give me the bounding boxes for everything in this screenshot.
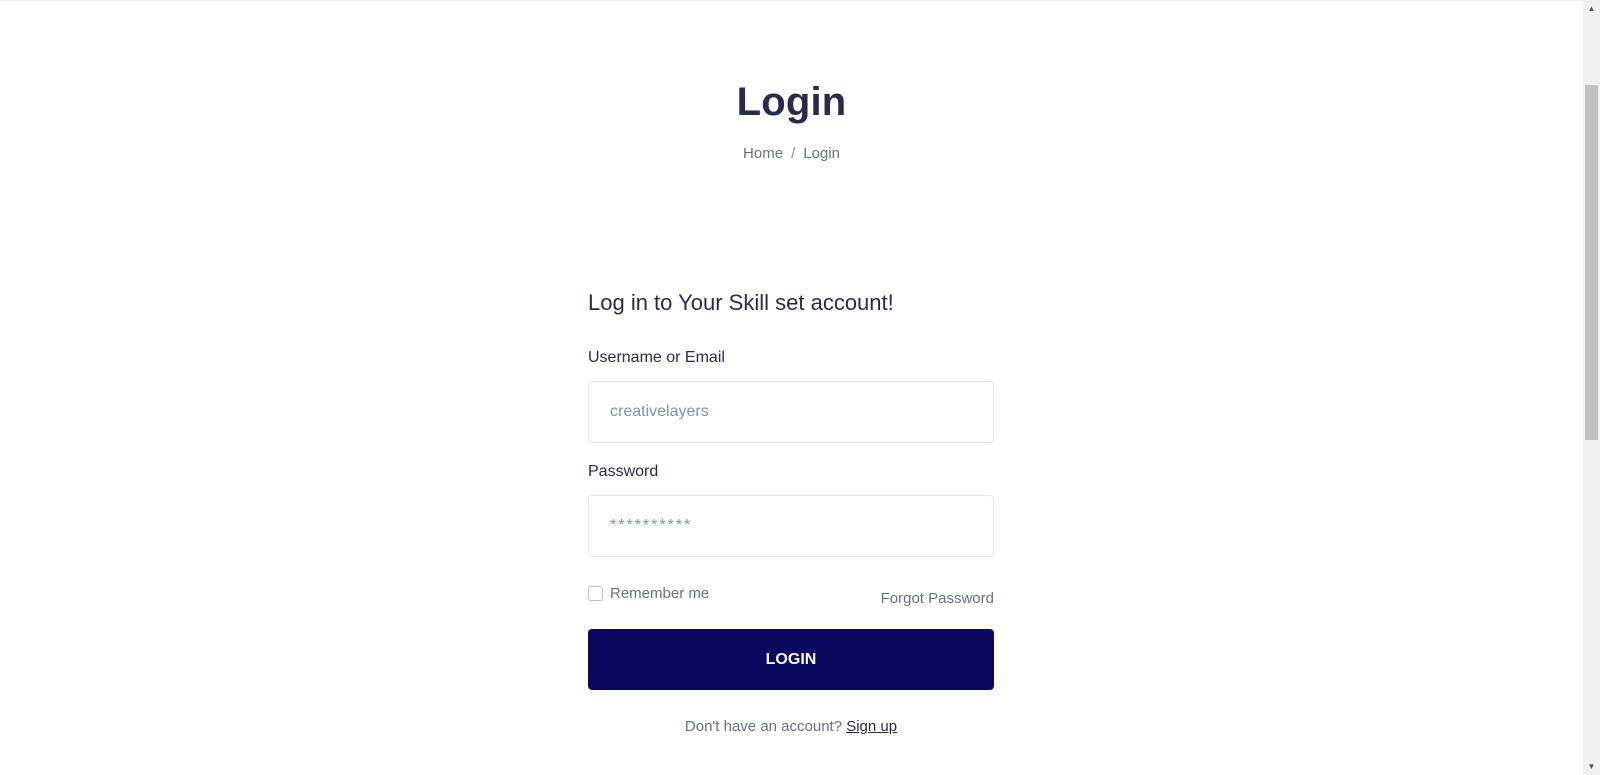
triangle-up-icon[interactable]: ▲: [1583, 0, 1600, 17]
signup-row: Don't have an account? Sign up: [588, 718, 994, 735]
page-title: Login: [736, 80, 847, 124]
forgot-password-link[interactable]: Forgot Password: [881, 590, 994, 607]
signup-link[interactable]: Sign up: [846, 718, 897, 735]
signup-prompt: Don't have an account?: [684, 718, 847, 735]
breadcrumb-separator: /: [791, 145, 796, 162]
breadcrumb: Home / Login: [0, 145, 1583, 162]
username-input[interactable]: [588, 381, 994, 443]
form-options-row: Remember me Forgot Password: [588, 585, 994, 615]
breadcrumb-current: Login: [803, 145, 840, 162]
remember-me-label: Remember me: [610, 585, 710, 602]
scrollbar-thumb[interactable]: [1585, 85, 1598, 440]
username-label: Username or Email: [588, 349, 725, 366]
password-label: Password: [588, 463, 659, 480]
login-page: Login Home / Login Log in to Your Skill se…: [0, 0, 1583, 775]
login-button[interactable]: LOGIN: [588, 629, 994, 690]
breadcrumb-home-link[interactable]: Home: [743, 145, 783, 162]
triangle-down-icon[interactable]: ▼: [1583, 758, 1600, 775]
remember-me-toggle[interactable]: Remember me: [588, 585, 709, 602]
remember-me-checkbox[interactable]: [588, 586, 603, 601]
vertical-scrollbar[interactable]: ▲ ▼: [1583, 0, 1600, 775]
login-form: Log in to Your Skill set account! Userna…: [588, 288, 994, 735]
password-input[interactable]: [588, 495, 994, 557]
top-divider: [0, 0, 1583, 1]
form-heading: Log in to Your Skill set account!: [588, 290, 894, 315]
